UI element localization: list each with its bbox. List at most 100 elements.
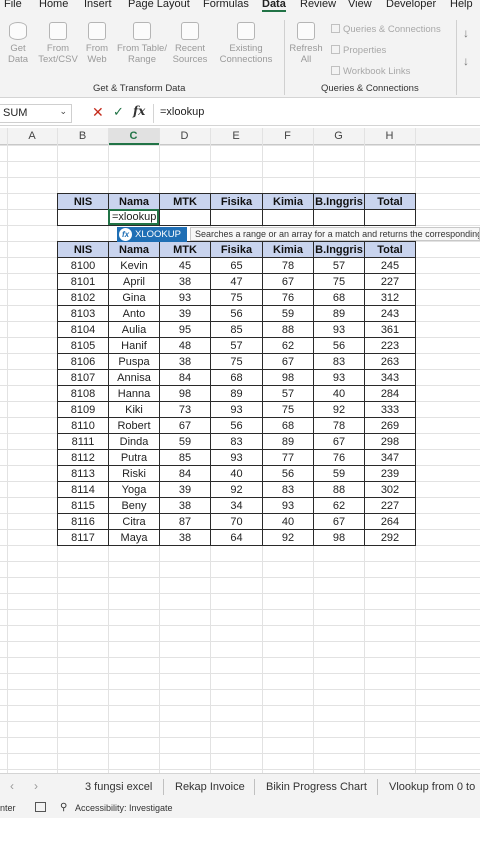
name-box[interactable]: SUM ⌄ <box>0 104 72 123</box>
insert-function-icon[interactable]: fx <box>133 104 145 118</box>
table-cell[interactable]: 8108 <box>57 385 109 402</box>
menu-insert[interactable]: Insert <box>84 0 112 10</box>
table-cell[interactable]: 57 <box>262 385 314 402</box>
table-cell[interactable]: 56 <box>210 305 263 322</box>
table-cell[interactable]: 40 <box>210 465 263 482</box>
table-cell[interactable]: 227 <box>364 497 416 514</box>
table-cell[interactable]: 93 <box>313 321 365 338</box>
table-cell[interactable]: 8110 <box>57 417 109 434</box>
table-cell[interactable]: 263 <box>364 353 416 370</box>
workbook-links-button[interactable]: Workbook Links <box>331 66 410 77</box>
header-cell[interactable]: Fisika <box>210 193 263 210</box>
table-cell[interactable]: Kevin <box>108 257 160 274</box>
table-cell[interactable]: 40 <box>262 513 314 530</box>
table-cell[interactable]: 93 <box>210 449 263 466</box>
table-cell[interactable]: 8109 <box>57 401 109 418</box>
table-cell[interactable]: 264 <box>364 513 416 530</box>
header-cell[interactable]: MTK <box>159 193 211 210</box>
table-cell[interactable]: 88 <box>262 321 314 338</box>
table-cell[interactable]: 84 <box>159 465 211 482</box>
table-cell[interactable]: 68 <box>210 369 263 386</box>
table-cell[interactable]: Gina <box>108 289 160 306</box>
table-cell[interactable]: 269 <box>364 417 416 434</box>
sheet-tab[interactable]: Rekap Invoice <box>175 781 245 793</box>
menu-review[interactable]: Review <box>300 0 336 10</box>
table-cell[interactable]: 83 <box>313 353 365 370</box>
sort-az-icon[interactable]: ↓ <box>463 26 469 40</box>
column-header-g[interactable]: G <box>313 128 364 145</box>
column-header-f[interactable]: F <box>262 128 313 145</box>
table-cell[interactable]: 64 <box>210 529 263 546</box>
table-cell[interactable]: 84 <box>159 369 211 386</box>
table-cell[interactable]: 67 <box>262 353 314 370</box>
table-cell[interactable]: 93 <box>313 369 365 386</box>
table-cell[interactable]: 8117 <box>57 529 109 546</box>
chevron-down-icon[interactable]: ⌄ <box>59 106 67 117</box>
table-cell[interactable]: 298 <box>364 433 416 450</box>
column-header-h[interactable]: H <box>364 128 415 145</box>
table-cell[interactable]: 47 <box>210 273 263 290</box>
chevron-left-icon[interactable]: ‹ <box>10 779 14 793</box>
table-cell[interactable]: 67 <box>262 273 314 290</box>
table-cell[interactable]: 62 <box>313 497 365 514</box>
formula-input[interactable]: =xlookup <box>153 104 480 123</box>
table-cell[interactable]: 67 <box>159 417 211 434</box>
properties-button[interactable]: Properties <box>331 45 386 56</box>
table-cell[interactable]: 48 <box>159 337 211 354</box>
get-data-button[interactable]: Get Data <box>4 22 32 65</box>
table-cell[interactable]: Riski <box>108 465 160 482</box>
column-header-e[interactable]: E <box>210 128 262 145</box>
header-cell[interactable]: MTK <box>159 241 211 258</box>
table-cell[interactable]: 8116 <box>57 513 109 530</box>
table-cell[interactable]: 75 <box>313 273 365 290</box>
cell[interactable] <box>364 209 416 226</box>
table-cell[interactable]: 227 <box>364 273 416 290</box>
menu-formulas[interactable]: Formulas <box>203 0 249 10</box>
table-cell[interactable]: 8105 <box>57 337 109 354</box>
table-cell[interactable]: April <box>108 273 160 290</box>
table-cell[interactable]: 83 <box>210 433 263 450</box>
header-cell[interactable]: Kimia <box>262 193 314 210</box>
table-cell[interactable]: 333 <box>364 401 416 418</box>
cell[interactable] <box>159 209 211 226</box>
table-cell[interactable]: 56 <box>262 465 314 482</box>
table-cell[interactable]: 8112 <box>57 449 109 466</box>
menu-home[interactable]: Home <box>39 0 68 10</box>
refresh-all-button[interactable]: Refresh All <box>288 22 324 65</box>
header-cell[interactable]: Total <box>364 241 416 258</box>
table-cell[interactable]: 92 <box>313 401 365 418</box>
table-cell[interactable]: 239 <box>364 465 416 482</box>
table-cell[interactable]: 75 <box>210 289 263 306</box>
table-cell[interactable]: 38 <box>159 273 211 290</box>
table-cell[interactable]: 8111 <box>57 433 109 450</box>
table-cell[interactable]: 98 <box>313 529 365 546</box>
table-cell[interactable]: 76 <box>313 449 365 466</box>
table-cell[interactable]: 68 <box>262 417 314 434</box>
table-cell[interactable]: 347 <box>364 449 416 466</box>
table-cell[interactable]: 76 <box>262 289 314 306</box>
header-cell[interactable]: NIS <box>57 193 109 210</box>
table-cell[interactable]: Robert <box>108 417 160 434</box>
menu-data[interactable]: Data <box>262 0 286 12</box>
table-cell[interactable]: 78 <box>262 257 314 274</box>
table-cell[interactable]: 223 <box>364 337 416 354</box>
table-cell[interactable]: 92 <box>262 529 314 546</box>
chevron-right-icon[interactable]: › <box>34 779 38 793</box>
sort-za-icon[interactable]: ↓ <box>463 54 469 68</box>
from-text-csv-button[interactable]: From Text/CSV <box>37 22 79 65</box>
table-cell[interactable]: 8107 <box>57 369 109 386</box>
table-cell[interactable]: 59 <box>159 433 211 450</box>
table-cell[interactable]: 312 <box>364 289 416 306</box>
table-cell[interactable]: 62 <box>262 337 314 354</box>
from-table-range-button[interactable]: From Table/ Range <box>114 22 170 65</box>
queries-connections-button[interactable]: Queries & Connections <box>331 24 441 35</box>
table-cell[interactable]: 284 <box>364 385 416 402</box>
table-cell[interactable]: 8100 <box>57 257 109 274</box>
table-cell[interactable]: 73 <box>159 401 211 418</box>
table-cell[interactable]: 95 <box>159 321 211 338</box>
table-cell[interactable]: 93 <box>210 401 263 418</box>
table-cell[interactable]: 343 <box>364 369 416 386</box>
menu-view[interactable]: View <box>348 0 372 10</box>
header-cell[interactable]: B.Inggris <box>313 193 365 210</box>
table-cell[interactable]: 8115 <box>57 497 109 514</box>
